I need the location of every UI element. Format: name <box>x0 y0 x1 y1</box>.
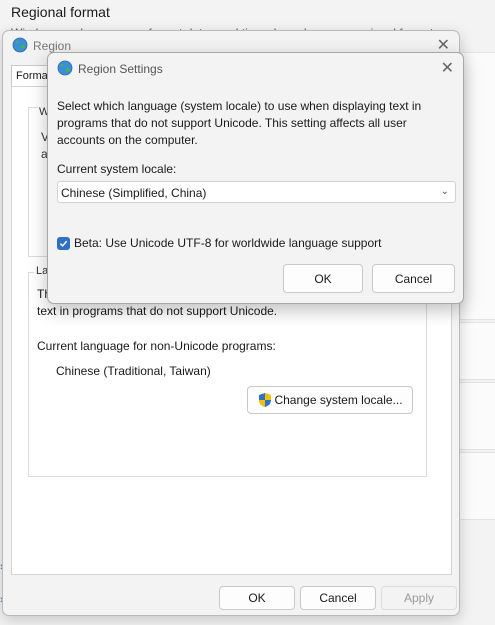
region-settings-dialog: Region Settings ✕ Select which language … <box>47 52 464 304</box>
utf8-beta-checkbox[interactable] <box>57 236 70 250</box>
regional-format-heading: Regional format <box>11 4 110 20</box>
region-settings-cancel-button[interactable]: Cancel <box>372 264 455 293</box>
settings-card <box>456 322 495 380</box>
region-settings-ok-button[interactable]: OK <box>283 264 363 293</box>
change-system-locale-button[interactable]: Change system locale... <box>247 386 413 414</box>
region-settings-description: Select which language (system locale) to… <box>57 99 422 147</box>
change-system-locale-label: Change system locale... <box>274 393 403 407</box>
chevron-down-icon: ⌄ <box>440 186 449 197</box>
globe-icon <box>57 60 73 76</box>
region-settings-titlebar[interactable]: Region Settings ✕ <box>48 53 463 83</box>
current-language-label: Current language for non-Unicode program… <box>37 339 276 353</box>
close-icon[interactable]: ✕ <box>441 61 454 77</box>
region-ok-button[interactable]: OK <box>219 586 295 610</box>
utf8-beta-label: Beta: Use Unicode UTF-8 for worldwide la… <box>74 236 382 250</box>
region-settings-title: Region Settings <box>78 62 163 76</box>
utf8-beta-option[interactable]: Beta: Use Unicode UTF-8 for worldwide la… <box>57 236 382 250</box>
settings-card <box>456 382 495 450</box>
system-locale-label: Current system locale: <box>57 162 177 176</box>
current-language-value: Chinese (Traditional, Taiwan) <box>56 364 211 378</box>
region-title: Region <box>33 39 72 53</box>
uac-shield-icon <box>259 393 272 407</box>
checkmark-icon <box>59 240 68 247</box>
system-locale-select[interactable]: Chinese (Simplified, China) ⌄ <box>57 181 456 203</box>
region-apply-button[interactable]: Apply <box>381 586 457 610</box>
region-cancel-button[interactable]: Cancel <box>300 586 376 610</box>
globe-icon <box>12 37 28 53</box>
settings-card <box>456 452 495 520</box>
system-locale-value: Chinese (Simplified, China) <box>61 186 207 200</box>
